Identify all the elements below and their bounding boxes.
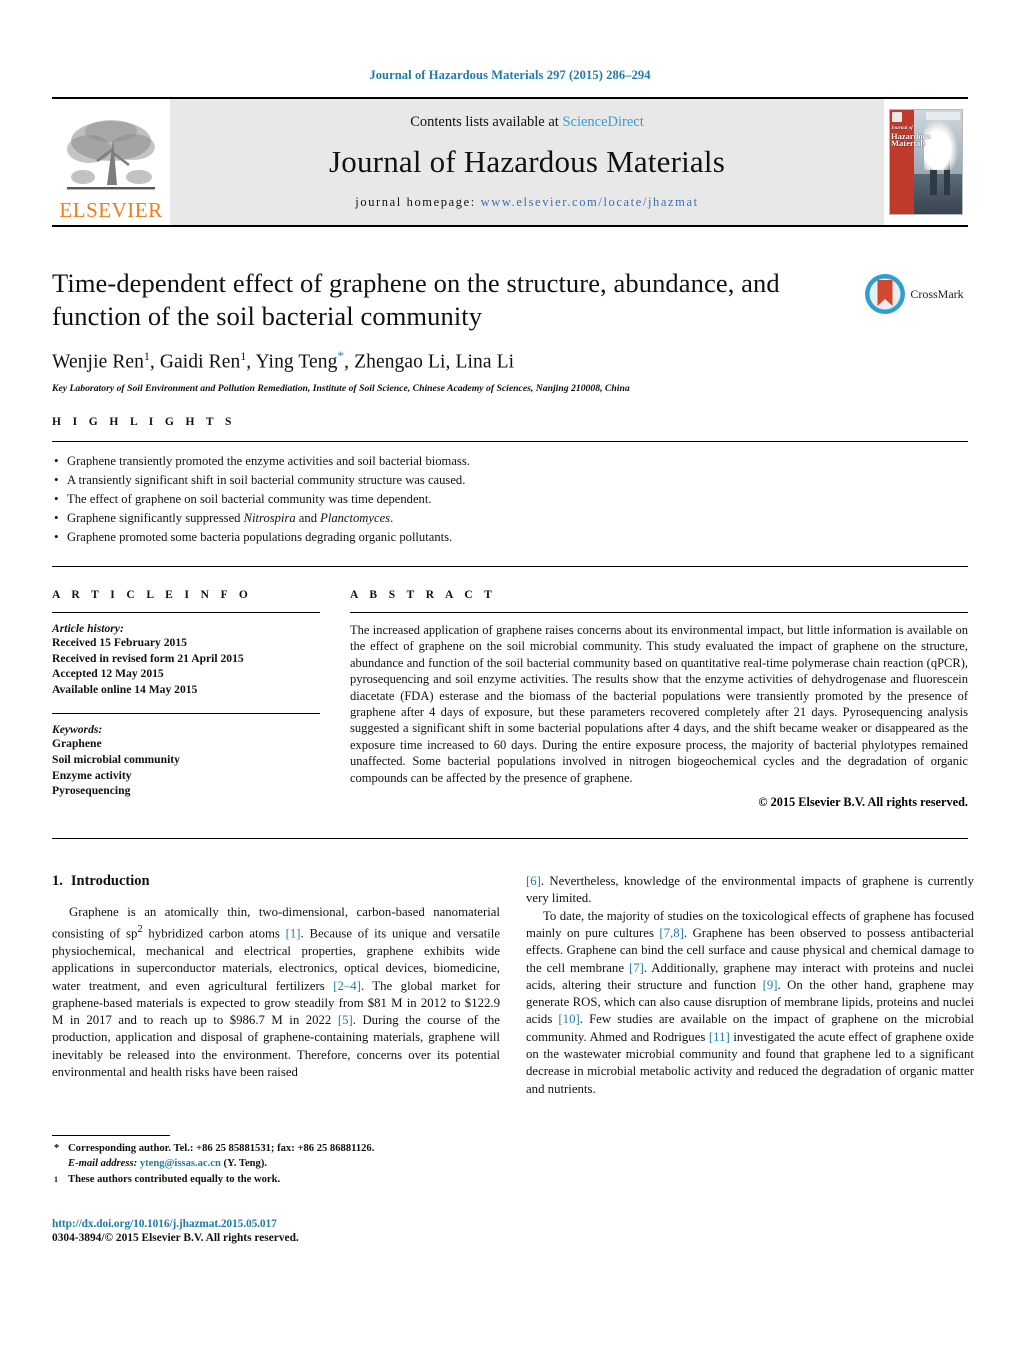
- highlights-divider: [52, 440, 968, 442]
- author-name: Ying Teng: [255, 351, 338, 373]
- list-item: The effect of graphene on soil bacterial…: [52, 490, 968, 509]
- footnote-equal-contribution: 1 These authors contributed equally to t…: [52, 1173, 500, 1188]
- journal-title: Journal of Hazardous Materials: [329, 144, 725, 179]
- history-received: Received 15 February 2015: [52, 636, 187, 649]
- masthead-center: Contents lists available at ScienceDirec…: [170, 99, 884, 225]
- highlights-section: H I G H L I G H T S Graphene transiently…: [52, 416, 968, 547]
- author-list: Wenjie Ren1, Gaidi Ren1, Ying Teng*, Zhe…: [52, 348, 968, 374]
- highlights-heading: H I G H L I G H T S: [52, 415, 236, 428]
- paper-page: Journal of Hazardous Materials 297 (2015…: [0, 0, 1020, 1351]
- elsevier-wordmark: ELSEVIER: [59, 198, 163, 222]
- keywords-block: Keywords: Graphene Soil microbial commun…: [52, 723, 320, 798]
- section-title: Introduction: [70, 873, 150, 890]
- article-info-column: A R T I C L E I N F O Article history: R…: [52, 589, 350, 810]
- abstract-text: The increased application of graphene ra…: [350, 623, 968, 785]
- highlights-bottom-divider: [52, 566, 968, 567]
- body-columns: 1. Introduction Graphene is an atomically…: [52, 873, 974, 1098]
- crossmark-badge[interactable]: CrossMark: [858, 273, 970, 315]
- email-label: E-mail address:: [68, 1157, 138, 1169]
- list-item: A transiently significant shift in soil …: [52, 471, 968, 490]
- intro-paragraph-right-continued: [6]. Nevertheless, knowledge of the envi…: [526, 874, 974, 906]
- keyword: Pyrosequencing: [52, 784, 131, 798]
- homepage-prefix: journal homepage:: [355, 195, 481, 209]
- history-accepted: Accepted 12 May 2015: [52, 667, 164, 681]
- abstract-copyright: © 2015 Elsevier B.V. All rights reserved…: [758, 795, 968, 810]
- keywords-divider: [52, 713, 320, 715]
- info-abstract-row: A R T I C L E I N F O Article history: R…: [52, 589, 968, 810]
- list-item: Graphene transiently promoted the enzyme…: [52, 452, 968, 471]
- crossmark-icon: [865, 274, 906, 314]
- cover-line-3: Materials: [891, 138, 926, 148]
- keyword: Graphene: [52, 737, 102, 751]
- author-name: Zhengao Li: [354, 351, 446, 373]
- abstract-bottom-divider: [52, 838, 968, 840]
- footer-block: http://dx.doi.org/10.1016/j.jhazmat.2015…: [52, 1218, 299, 1244]
- section-heading-introduction: 1. Introduction: [52, 873, 500, 890]
- cover-title-text: Journal of Hazardous Materials: [891, 125, 947, 148]
- crossmark-badge-inner: CrossMark: [864, 273, 964, 315]
- sciencedirect-link[interactable]: ScienceDirect: [562, 114, 643, 130]
- email-link[interactable]: yteng@issas.ac.cn: [140, 1158, 221, 1169]
- keywords-label: Keywords:: [52, 723, 103, 737]
- article-info-divider: [52, 612, 320, 613]
- elsevier-tree-icon: [67, 120, 155, 190]
- author-separator: ,: [344, 351, 355, 373]
- homepage-url-link[interactable]: www.elsevier.com/locate/jhazmat: [481, 195, 699, 209]
- keyword: Enzyme activity: [52, 768, 132, 782]
- issn-copyright: 0304-3894/© 2015 Elsevier B.V. All right…: [52, 1232, 299, 1244]
- page-title: Time-dependent effect of graphene on the…: [52, 268, 780, 331]
- author-name: Wenjie Ren: [52, 351, 145, 373]
- author-name: Lina Li: [455, 351, 515, 373]
- article-info-heading: A R T I C L E I N F O: [52, 589, 253, 601]
- body-column-left: 1. Introduction Graphene is an atomically…: [52, 873, 500, 1098]
- footnote-corresponding-author: * Corresponding author. Tel.: +86 25 858…: [52, 1142, 500, 1171]
- article-history-label: Article history:: [52, 622, 124, 635]
- contents-line: Contents lists available at ScienceDirec…: [410, 114, 644, 131]
- history-online: Available online 14 May 2015: [52, 682, 198, 696]
- doi-link[interactable]: http://dx.doi.org/10.1016/j.jhazmat.2015…: [52, 1218, 299, 1230]
- intro-paragraph-right: To date, the majority of studies on the …: [526, 908, 974, 1096]
- email-suffix: (Y. Teng).: [223, 1157, 268, 1169]
- journal-cover-thumbnail: Journal of Hazardous Materials: [884, 99, 968, 225]
- footnote-corresponding-text: Corresponding author. Tel.: +86 25 85881…: [68, 1143, 375, 1154]
- affiliation: Key Laboratory of Soil Environment and P…: [52, 382, 630, 394]
- abstract-heading: A B S T R A C T: [350, 589, 497, 601]
- cover-image: Journal of Hazardous Materials: [889, 109, 963, 215]
- elsevier-logo: ELSEVIER: [52, 99, 170, 225]
- running-head: Journal of Hazardous Materials 297 (2015…: [369, 68, 651, 82]
- crossmark-label: CrossMark: [910, 286, 964, 301]
- footnote-marker-one: 1: [54, 1175, 58, 1185]
- history-revised: Received in revised form 21 April 2015: [52, 651, 244, 665]
- author-name: Gaidi Ren: [159, 351, 241, 373]
- abstract-divider: [350, 612, 968, 613]
- footnote-equal-text: These authors contributed equally to the…: [68, 1174, 281, 1186]
- title-block: Time-dependent effect of graphene on the…: [52, 267, 968, 394]
- list-item: Graphene significantly suppressed Nitros…: [52, 509, 968, 528]
- footnotes-block: * Corresponding author. Tel.: +86 25 858…: [52, 1135, 500, 1188]
- author-separator: ,: [445, 351, 456, 373]
- journal-homepage-line: journal homepage: www.elsevier.com/locat…: [355, 195, 698, 210]
- contents-prefix: Contents lists available at: [410, 114, 563, 130]
- body-column-right: [6]. Nevertheless, knowledge of the envi…: [526, 873, 974, 1098]
- highlights-list: Graphene transiently promoted the enzyme…: [52, 452, 968, 547]
- cover-ground: [914, 174, 962, 214]
- footnote-marker-asterisk: *: [54, 1143, 60, 1154]
- keyword: Soil microbial community: [52, 752, 180, 766]
- journal-masthead: ELSEVIER Contents lists available at Sci…: [52, 97, 968, 227]
- author-separator: ,: [149, 351, 160, 373]
- intro-paragraph-left: Graphene is an atomically thin, two-dime…: [52, 905, 501, 1079]
- footnote-divider: [52, 1135, 170, 1136]
- cover-elsevier-mark-icon: [892, 112, 902, 122]
- section-number: 1.: [52, 873, 63, 890]
- cover-top-bar: [926, 112, 960, 120]
- abstract-column: A B S T R A C T The increased applicatio…: [350, 589, 968, 810]
- list-item: Graphene promoted some bacteria populati…: [52, 528, 968, 547]
